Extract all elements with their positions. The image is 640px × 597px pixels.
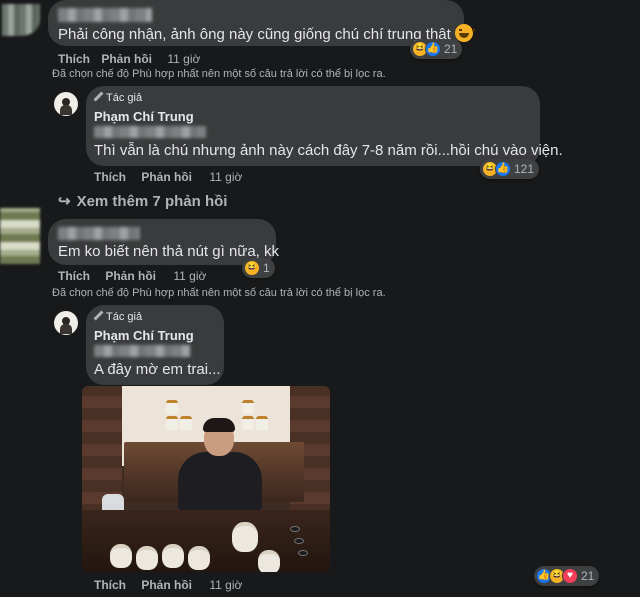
pencil-icon xyxy=(94,92,103,101)
reaction-summary[interactable]: 👍 😆 ♥ 21 xyxy=(534,566,600,586)
comment-actions: Thích Phản hồi 11 giờ xyxy=(58,52,200,66)
timestamp[interactable]: 11 giờ xyxy=(209,170,242,184)
photo-tea-jar xyxy=(162,544,184,568)
reply-arrow-icon: ↪ xyxy=(58,193,71,210)
author-subtitle-redacted xyxy=(94,345,190,357)
haha-icon: 😆 xyxy=(244,260,260,276)
reply-button[interactable]: Phản hồi xyxy=(141,578,192,592)
filter-note: Đã chọn chế độ Phù hợp nhất nên một số c… xyxy=(52,287,386,299)
laughing-emoji-icon xyxy=(454,24,475,42)
photo-jar xyxy=(242,416,254,430)
like-button[interactable]: Thích xyxy=(58,269,90,283)
comment-bubble: Em ko biết nên thả nút gì nữa, kk xyxy=(48,219,280,265)
comment-actions: Thích Phản hồi 11 giờ xyxy=(58,269,206,283)
reaction-summary[interactable]: 😆 1 xyxy=(242,258,275,278)
author-name[interactable]: Phạm Chí Trung xyxy=(94,328,194,343)
reply-button[interactable]: Phản hồi xyxy=(141,170,192,184)
photo-jar xyxy=(166,416,178,430)
filter-note: Đã chọn chế độ Phù hợp nhất nên một số c… xyxy=(52,68,386,80)
comment-bubble: Phải công nhận, ảnh ông này cũng giống c… xyxy=(48,0,475,46)
like-button[interactable]: Thích xyxy=(94,170,126,184)
reply-photo[interactable] xyxy=(82,386,330,572)
commenter-name-redacted[interactable] xyxy=(58,227,140,240)
reaction-count: 1 xyxy=(263,261,270,275)
author-name[interactable]: Phạm Chí Trung xyxy=(94,109,194,124)
reply-bubble: Tác giả Phạm Chí Trung Thì vẫn là chú nh… xyxy=(86,86,563,166)
photo-jar xyxy=(256,416,268,430)
like-button[interactable]: Thích xyxy=(94,578,126,592)
photo-tea-jar xyxy=(136,546,158,570)
reaction-count: 21 xyxy=(444,42,458,56)
commenter-name-redacted[interactable] xyxy=(58,8,152,22)
pencil-icon xyxy=(94,311,103,320)
photo-tea-jar xyxy=(110,544,132,568)
reply-button[interactable]: Phản hồi xyxy=(101,52,152,66)
reaction-summary[interactable]: 😆 👍 21 xyxy=(410,39,463,59)
photo-jar xyxy=(166,400,178,414)
reply-text: A đây mờ em trai... xyxy=(94,361,221,378)
author-avatar[interactable] xyxy=(54,92,78,116)
commenter-avatar[interactable] xyxy=(0,208,40,264)
reaction-count: 21 xyxy=(581,569,595,583)
view-more-replies-link[interactable]: ↪ Xem thêm 7 phản hồi xyxy=(58,192,227,210)
comment-text: Phải công nhận, ảnh ông này cũng giống c… xyxy=(58,24,475,43)
comment-text: Em ko biết nên thả nút gì nữa, kk xyxy=(58,243,280,260)
reply-bubble: Tác giả Phạm Chí Trung A đây mờ em trai.… xyxy=(86,305,224,385)
photo-person-body xyxy=(178,452,262,512)
reply-actions: Thích Phản hồi 11 giờ xyxy=(94,170,242,184)
reaction-summary[interactable]: 😆 👍 121 xyxy=(480,159,540,179)
photo-tea-jar xyxy=(232,522,258,552)
author-badge: Tác giả xyxy=(94,311,142,323)
photo-person-hair xyxy=(203,418,235,432)
timestamp[interactable]: 11 giờ xyxy=(167,52,200,66)
timestamp[interactable]: 11 giờ xyxy=(209,578,242,592)
like-icon: 👍 xyxy=(495,161,511,177)
reply-actions: Thích Phản hồi 11 giờ xyxy=(94,578,242,592)
commenter-avatar[interactable] xyxy=(2,4,40,36)
photo-jar xyxy=(180,416,192,430)
like-icon: 👍 xyxy=(425,41,441,57)
reply-button[interactable]: Phản hồi xyxy=(105,269,156,283)
reaction-count: 121 xyxy=(514,162,535,176)
like-button[interactable]: Thích xyxy=(58,52,90,66)
author-avatar[interactable] xyxy=(54,311,78,335)
photo-tea-jar xyxy=(258,550,280,572)
author-badge: Tác giả xyxy=(94,92,142,104)
photo-tea-cup xyxy=(294,538,304,544)
author-subtitle-redacted xyxy=(94,126,206,138)
love-icon: ♥ xyxy=(562,568,578,584)
photo-tea-cup xyxy=(290,526,300,532)
photo-tea-jar xyxy=(188,546,210,570)
photo-jar xyxy=(242,400,254,414)
reply-text: Thì vẫn là chú nhưng ảnh này cách đây 7-… xyxy=(94,142,563,159)
timestamp[interactable]: 11 giờ xyxy=(173,269,206,283)
photo-tea-cup xyxy=(298,550,308,556)
